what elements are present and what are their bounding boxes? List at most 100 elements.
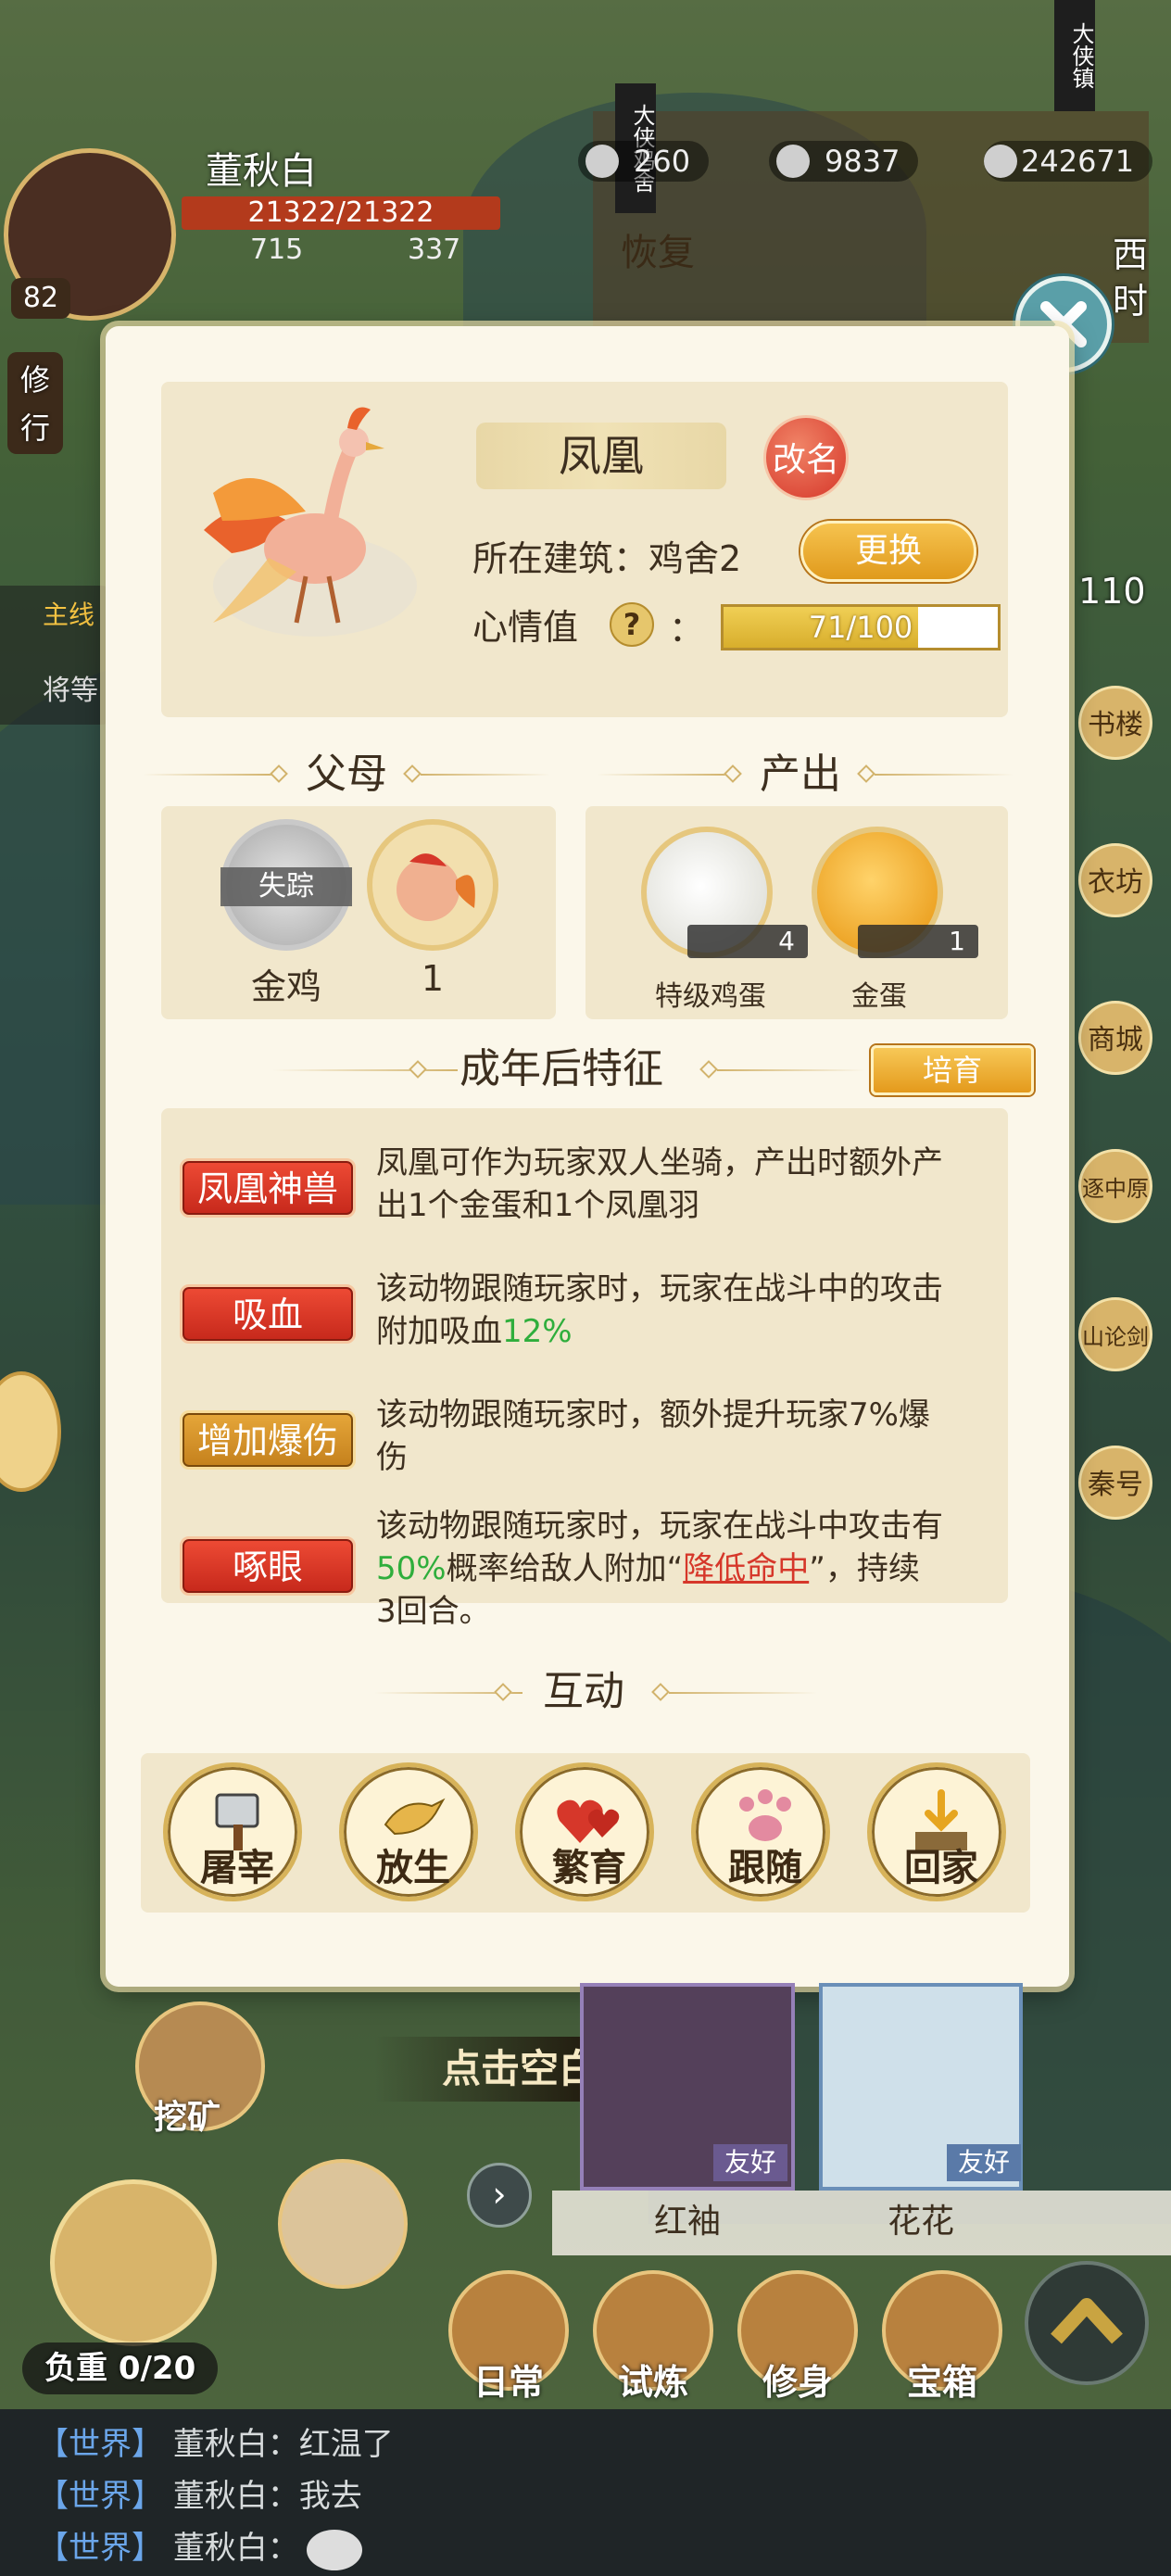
- world-chat-panel[interactable]: 【世界】 董秋白：红温了 【世界】 董秋白：我去 【世界】 董秋白：: [0, 2409, 1171, 2576]
- parent-2-portrait[interactable]: [367, 819, 498, 951]
- golden-egg-name: 金蛋: [851, 980, 907, 1013]
- trait-desc-line: 该动物跟随玩家时，玩家在战斗中攻击有: [376, 1508, 943, 1545]
- coin-icon: [984, 145, 1017, 178]
- pet-phoenix-button[interactable]: [278, 2159, 408, 2289]
- chat-text: 董秋白：: [172, 2530, 299, 2567]
- trait-desc-line: 3回合。: [376, 1593, 491, 1630]
- player-stat-b: 337: [408, 234, 461, 266]
- quest-prefix: 主线: [43, 600, 95, 630]
- side-menu-zhongyuan[interactable]: 逐中原: [1078, 1149, 1152, 1223]
- cultivate-self-label: 修身: [762, 2362, 833, 2403]
- premium-egg-name: 特级鸡蛋: [655, 980, 766, 1013]
- trait-highlight: 12%: [502, 1313, 573, 1350]
- quest-tracker[interactable]: 主线 将等: [0, 586, 111, 725]
- npc-badge-hongxiu: 友好: [713, 2144, 787, 2181]
- chat-text: 董秋白：红温了: [172, 2426, 394, 2463]
- practice-button[interactable]: 修行: [7, 352, 63, 454]
- release-button[interactable]: 放生: [339, 1762, 478, 1901]
- go-home-button[interactable]: 回家: [867, 1762, 1006, 1901]
- player-name: 董秋白: [206, 150, 317, 193]
- mood-label: 心情值: [472, 607, 579, 648]
- trait-desc-phoenix-beast: 凤凰可作为玩家双人坐骑，产出时额外产 出1个金蛋和1个凤凰羽: [376, 1142, 1015, 1227]
- expand-menu-button[interactable]: [1025, 2261, 1149, 2385]
- trait-desc-line: 附加吸血12%: [376, 1310, 1015, 1353]
- follow-button[interactable]: 跟随: [691, 1762, 830, 1901]
- trait-text: ”，持续: [809, 1550, 920, 1587]
- pet-detail-panel: 凤凰 改名 所在建筑：鸡舍2 更换 心情值 ? ： 71/100 父母 产出 失…: [106, 326, 1069, 1987]
- npc-next-arrow[interactable]: ›: [467, 2163, 532, 2228]
- parents-card: 失踪 金鸡 1: [161, 806, 556, 1019]
- treasure-chest-label: 宝箱: [906, 2362, 977, 2403]
- player-level-badge: 82: [11, 278, 70, 319]
- quest-text: 将等: [43, 675, 98, 707]
- npc-badge-huahua: 友好: [947, 2144, 1021, 2181]
- trait-desc-line: 该动物跟随玩家时，玩家在战斗中的攻击: [376, 1270, 943, 1307]
- resource-2-value: 9837: [825, 144, 900, 179]
- mood-bar: 71/100: [721, 604, 1001, 650]
- restore-label[interactable]: 恢复: [621, 222, 695, 276]
- mood-colon: ：: [669, 609, 705, 650]
- time-label: 西时: [1112, 234, 1148, 322]
- trait-desc-line: 出1个金蛋和1个凤凰羽: [376, 1187, 700, 1224]
- premium-egg-count: 4: [687, 925, 808, 958]
- go-home-label: 回家: [904, 1846, 978, 1889]
- daily-label: 日常: [472, 2362, 544, 2403]
- resource-1: 260: [578, 141, 710, 182]
- player-stat-a: 715: [250, 234, 304, 266]
- change-building-button[interactable]: 更换: [800, 521, 976, 582]
- chat-channel: 【世界】: [37, 2426, 163, 2463]
- trait-desc-peck-eye: 该动物跟随玩家时，玩家在战斗中攻击有 50%概率给敌人附加“降低命中”，持续 3…: [376, 1505, 1015, 1633]
- breed-button[interactable]: 繁育: [515, 1762, 654, 1901]
- chat-line: 【世界】 董秋白：红温了: [37, 2418, 394, 2464]
- cart-button[interactable]: [50, 2179, 217, 2346]
- mine-label: 挖矿: [154, 2099, 221, 2137]
- golden-egg-count: 1: [858, 925, 978, 958]
- pet-name-plate: 凤凰: [476, 423, 726, 489]
- trait-tag-lifesteal[interactable]: 吸血: [180, 1284, 356, 1344]
- output-card: 4 1 特级鸡蛋 金蛋: [586, 806, 1008, 1019]
- trait-desc-line: 该动物跟随玩家时，额外提升玩家7%爆: [376, 1396, 930, 1433]
- trait-text: 概率给敌人附加“: [446, 1550, 684, 1587]
- mood-help-icon[interactable]: ?: [610, 602, 654, 647]
- trait-desc-lifesteal: 该动物跟随玩家时，玩家在战斗中的攻击 附加吸血12%: [376, 1268, 1015, 1353]
- missing-badge: 失踪: [220, 867, 352, 906]
- trait-desc-crit-damage: 该动物跟随玩家时，额外提升玩家7%爆 伤: [376, 1394, 1015, 1479]
- trait-text: 附加吸血: [376, 1313, 502, 1350]
- trait-highlight: 50%: [376, 1550, 447, 1587]
- trait-tag-peck-eye[interactable]: 啄眼: [180, 1536, 356, 1596]
- side-menu-clothing[interactable]: 衣坊: [1078, 843, 1152, 917]
- resource-1-value: 260: [634, 144, 691, 179]
- chat-line: 【世界】 董秋白：我去: [37, 2470, 362, 2516]
- side-menu-lunjian[interactable]: 山论剑: [1078, 1297, 1152, 1371]
- chat-text: 董秋白：我去: [172, 2478, 362, 2515]
- load-label: 负重 0/20: [22, 2342, 219, 2394]
- town-badge[interactable]: 大侠镇: [1054, 0, 1095, 111]
- side-menu-library[interactable]: 书楼: [1078, 686, 1152, 760]
- resource-3: 242671: [984, 141, 1153, 182]
- resource-3-value: 242671: [1021, 144, 1135, 179]
- trait-desc-line: 伤: [376, 1439, 408, 1476]
- traits-title: 成年后特征: [460, 1045, 663, 1092]
- npc-name-huahua: 花花: [887, 2203, 954, 2241]
- trait-desc-line: 50%概率给敌人附加“降低命中”，持续: [376, 1547, 1015, 1590]
- side-menu-qinhao[interactable]: 秦号: [1078, 1446, 1152, 1520]
- rename-button[interactable]: 改名: [763, 415, 849, 500]
- release-label: 放生: [376, 1846, 450, 1889]
- trial-label: 试炼: [617, 2362, 688, 2403]
- emoji-sticker-icon: [306, 2529, 362, 2570]
- follow-label: 跟随: [728, 1846, 802, 1889]
- parent-2-name: 1: [421, 958, 445, 999]
- cultivate-button[interactable]: 培育: [871, 1045, 1034, 1095]
- trait-tag-crit-damage[interactable]: 增加爆伤: [180, 1410, 356, 1470]
- player-hp-bar: 21322/21322: [182, 196, 500, 230]
- chat-channel: 【世界】: [37, 2530, 163, 2567]
- parents-title: 父母: [306, 751, 387, 798]
- chevron-up-icon: [1051, 2298, 1123, 2344]
- debuff-link[interactable]: 降低命中: [683, 1550, 809, 1587]
- output-title: 产出: [760, 751, 841, 798]
- trait-desc-line: 凤凰可作为玩家双人坐骑，产出时额外产: [376, 1144, 943, 1181]
- trait-tag-phoenix-beast[interactable]: 凤凰神兽: [180, 1158, 356, 1218]
- slaughter-button[interactable]: 屠宰: [163, 1762, 302, 1901]
- side-menu-shop[interactable]: 商城: [1078, 1001, 1152, 1075]
- building-label: 所在建筑：鸡舍2: [472, 538, 742, 579]
